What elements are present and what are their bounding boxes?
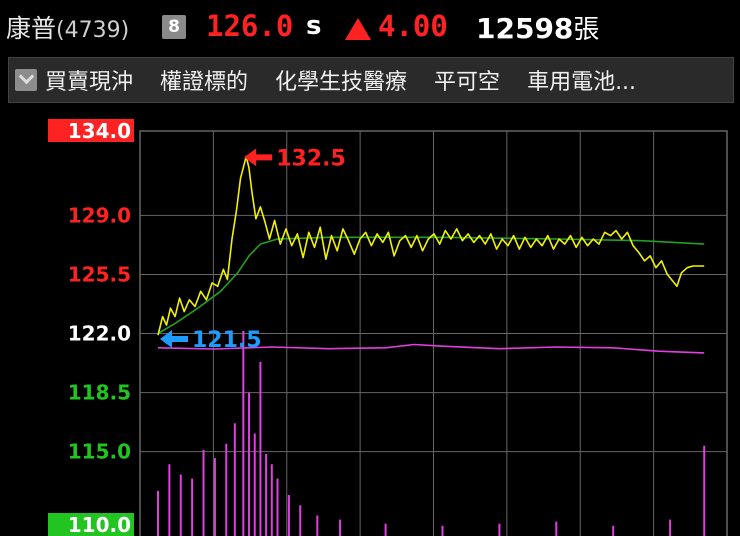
y-tick-label: 122.0 xyxy=(68,322,131,346)
y-tick-label: 129.0 xyxy=(68,203,131,227)
y-tick-label: 110.0 xyxy=(68,513,131,536)
intraday-chart: 134.0 129.0 125.5 122.0 118.5 115.0 110.0 132.5… xyxy=(48,119,728,536)
low-label: 121.5 xyxy=(192,328,262,353)
high-label: 132.5 xyxy=(276,146,346,171)
y-tick-label: 134.0 xyxy=(68,119,131,143)
average-price-line xyxy=(157,236,705,335)
low-arrow-icon xyxy=(160,329,188,348)
price-line xyxy=(157,155,705,336)
y-tick-label: 118.5 xyxy=(68,381,131,405)
y-tick-label: 115.0 xyxy=(68,440,131,464)
y-tick-label: 125.5 xyxy=(68,262,131,286)
